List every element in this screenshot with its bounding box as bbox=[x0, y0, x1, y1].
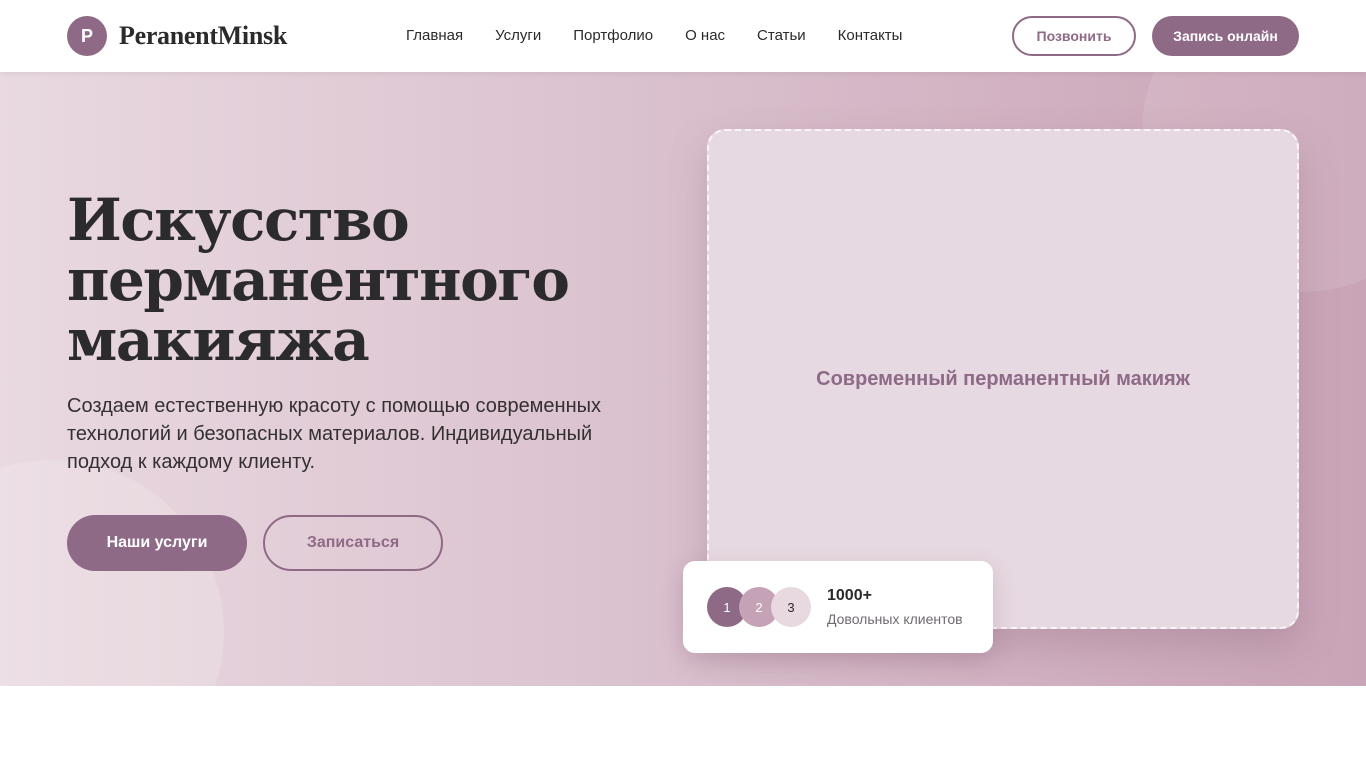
hero-image-label: Современный перманентный макияж bbox=[816, 367, 1190, 390]
clients-stats-card: 1 2 3 1000+ Довольных клиентов bbox=[683, 561, 993, 653]
client-avatar: 3 bbox=[771, 587, 811, 627]
hero-title-line: Искусство bbox=[67, 186, 410, 254]
nav-item-articles[interactable]: Статьи bbox=[757, 26, 806, 46]
hero-title: Искусство перманентного макияжа bbox=[67, 190, 667, 370]
hero-title-line: перманентного bbox=[67, 246, 570, 314]
nav-item-portfolio[interactable]: Портфолио bbox=[573, 26, 653, 46]
nav-item-contacts[interactable]: Контакты bbox=[838, 26, 903, 46]
book-online-button[interactable]: Запись онлайн bbox=[1152, 16, 1299, 56]
decorative-circle bbox=[0, 460, 224, 686]
sign-up-button[interactable]: Записаться bbox=[263, 515, 443, 571]
nav-item-services[interactable]: Услуги bbox=[495, 26, 541, 46]
nav-item-home[interactable]: Главная bbox=[406, 26, 463, 46]
logo[interactable]: P PeranentMinsk bbox=[67, 16, 287, 56]
main-nav: Главная Услуги Портфолио О нас Статьи Ко… bbox=[406, 26, 902, 46]
logo-text: PeranentMinsk bbox=[119, 21, 287, 50]
hero-image-placeholder: Современный перманентный макияж bbox=[707, 129, 1299, 629]
site-header: P PeranentMinsk Главная Услуги Портфолио… bbox=[0, 0, 1366, 72]
our-services-button[interactable]: Наши услуги bbox=[67, 515, 247, 571]
logo-badge: P bbox=[67, 16, 107, 56]
call-button[interactable]: Позвонить bbox=[1012, 16, 1136, 56]
hero-title-line: макияжа bbox=[67, 306, 370, 374]
nav-item-about[interactable]: О нас bbox=[685, 26, 725, 46]
hero-description: Создаем естественную красоту с помощью с… bbox=[67, 395, 602, 473]
clients-count-label: Довольных клиентов bbox=[827, 611, 963, 627]
hero-section: Искусство перманентного макияжа Создаем … bbox=[0, 72, 1366, 686]
clients-count: 1000+ bbox=[827, 587, 872, 604]
